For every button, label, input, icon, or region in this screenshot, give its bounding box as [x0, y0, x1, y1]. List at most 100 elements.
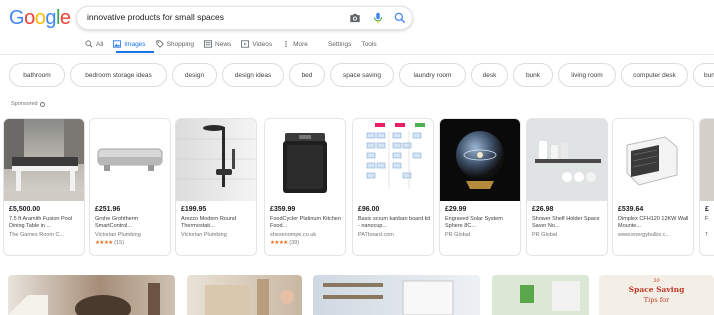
stair-storage-image — [8, 283, 160, 315]
active-tab-indicator — [116, 51, 154, 53]
image-result[interactable] — [187, 275, 302, 315]
image-result[interactable]: 50 Space Saving Tips for — [599, 275, 714, 315]
chip[interactable]: desk — [471, 63, 508, 87]
chip[interactable]: laundry room — [399, 63, 466, 87]
tab-images[interactable]: Images — [113, 38, 146, 50]
product-title: Dimplex CFH120 12KW Wall Mounte... — [618, 216, 689, 229]
chip[interactable]: computer desk — [621, 63, 688, 87]
product-card[interactable]: £96.00 Basic scrum kanban board kit - na… — [352, 118, 434, 256]
product-card[interactable]: £539.64 Dimplex CFH120 12KW Wall Mounte.… — [612, 118, 694, 256]
tab-label: More — [293, 40, 308, 48]
tab-settings[interactable]: Settings — [328, 38, 352, 50]
solar-sphere-image — [456, 131, 504, 189]
product-seller: PR Global — [445, 232, 471, 238]
tab-label: Tools — [361, 40, 377, 48]
product-price: £29.99 — [445, 206, 467, 213]
product-price: £539.64 — [618, 206, 644, 213]
info-icon[interactable] — [39, 101, 45, 107]
chip[interactable]: bunk — [513, 63, 553, 87]
product-card[interactable]: £26.98 Shower Shelf Holder Space Saver N… — [526, 118, 608, 256]
product-title: Basic scrum kanban board kit - nanocup..… — [358, 216, 431, 229]
product-card[interactable]: £359.99 FoodCycler Platinum Kitchen Food… — [264, 118, 346, 256]
product-card[interactable]: £5,500.00 7.5 ft Aramith Fusion Pool Din… — [3, 118, 85, 256]
product-image-thermostat — [90, 119, 170, 201]
kanban-board-image — [366, 123, 425, 189]
logo-letter: o — [34, 7, 46, 29]
google-logo[interactable]: Google — [9, 7, 71, 30]
product-image-wall-heater — [613, 119, 693, 201]
product-image-shower — [176, 119, 256, 201]
product-image-shower-shelf — [527, 119, 607, 201]
microphone-icon[interactable] — [371, 11, 385, 25]
product-seller: Victorian Plumbing — [95, 232, 141, 238]
tab-label: Shopping — [166, 40, 195, 48]
image-result[interactable] — [8, 275, 175, 315]
product-price: £26.98 — [532, 206, 554, 213]
tab-all[interactable]: All — [85, 38, 103, 50]
product-card[interactable]: £29.99 Engraved Solar System Sphere 8C..… — [439, 118, 521, 256]
tab-news[interactable]: News — [204, 38, 231, 50]
product-price: £251.96 — [95, 206, 121, 213]
chip[interactable]: design — [172, 63, 217, 87]
image-result[interactable] — [492, 275, 589, 315]
tab-label: Images — [124, 40, 146, 48]
product-seller: T — [705, 232, 709, 238]
logo-letter: e — [59, 7, 71, 29]
search-input[interactable]: innovative products for small spaces — [87, 12, 224, 22]
product-price: £359.99 — [270, 206, 296, 213]
product-seller: Victorian Plumbing — [181, 232, 227, 238]
video-icon — [241, 40, 250, 48]
product-card[interactable]: £ F T — [699, 118, 714, 256]
product-rating: ★★★★ (39) — [270, 240, 299, 246]
tag-icon — [155, 40, 164, 48]
product-title: F — [705, 216, 709, 222]
product-image-food-cycler — [265, 119, 345, 201]
rating-count: (15) — [114, 240, 125, 246]
tab-tools[interactable]: Tools — [361, 38, 376, 50]
related-search-chips: bathroom bedroom storage ideas design de… — [9, 63, 714, 87]
search-tabs: All Images Shopping News Videos More Set… — [85, 38, 387, 52]
star-rating: ★★★★ — [95, 240, 113, 246]
sponsored-label: Sponsored — [11, 101, 45, 107]
product-price: £ — [705, 206, 709, 213]
chip[interactable]: bathroom — [9, 63, 65, 87]
tab-more[interactable]: More — [282, 38, 308, 50]
chip[interactable]: bedroom storage ideas — [70, 63, 167, 87]
product-title: FoodCycler Platinum Kitchen Food... — [270, 216, 341, 229]
tab-videos[interactable]: Videos — [241, 38, 272, 50]
wall-heater-image — [626, 136, 678, 186]
product-card[interactable]: £251.96 Grohe Grohtherm SmartControl... … — [89, 118, 171, 256]
search-icon[interactable] — [393, 11, 407, 25]
chip[interactable]: design ideas — [222, 63, 284, 87]
chip[interactable]: bunk — [693, 63, 714, 87]
product-seller: The Games Room C... — [9, 232, 65, 238]
newspaper-icon — [204, 40, 213, 48]
chip[interactable]: bed — [289, 63, 325, 87]
thumb-text: Space Saving — [628, 285, 685, 294]
thumb-text: 50 — [653, 278, 660, 284]
tab-shopping[interactable]: Shopping — [155, 38, 195, 50]
search-box[interactable]: innovative products for small spaces — [76, 6, 413, 30]
product-price: £96.00 — [358, 206, 380, 213]
product-card[interactable]: £199.95 Arezzo Modern Round Thermostati.… — [175, 118, 257, 256]
shower-image — [176, 125, 256, 187]
product-title: Shower Shelf Holder Space Saver No... — [532, 216, 600, 229]
chip[interactable]: space saving — [330, 63, 394, 87]
product-seller: www.energybulbs.c... — [618, 232, 670, 238]
product-title: Arezzo Modern Round Thermostati... — [181, 216, 237, 229]
product-image-pool-table — [4, 119, 84, 201]
product-price: £199.95 — [181, 206, 207, 213]
thermostat-image — [97, 148, 163, 171]
image-result[interactable] — [313, 275, 480, 315]
furniture-image — [205, 279, 294, 315]
product-seller: shesenompe.co.uk — [270, 232, 317, 238]
shower-shelf-image — [527, 119, 607, 201]
product-rating: ★★★★ (15) — [95, 240, 124, 246]
logo-letter: g — [45, 7, 56, 29]
camera-icon[interactable] — [348, 11, 362, 25]
star-rating: ★★★★ — [270, 240, 288, 246]
chip[interactable]: living room — [558, 63, 616, 87]
product-image-solar-sphere — [440, 119, 520, 201]
tab-label: All — [96, 40, 104, 48]
product-price: £5,500.00 — [9, 206, 41, 213]
